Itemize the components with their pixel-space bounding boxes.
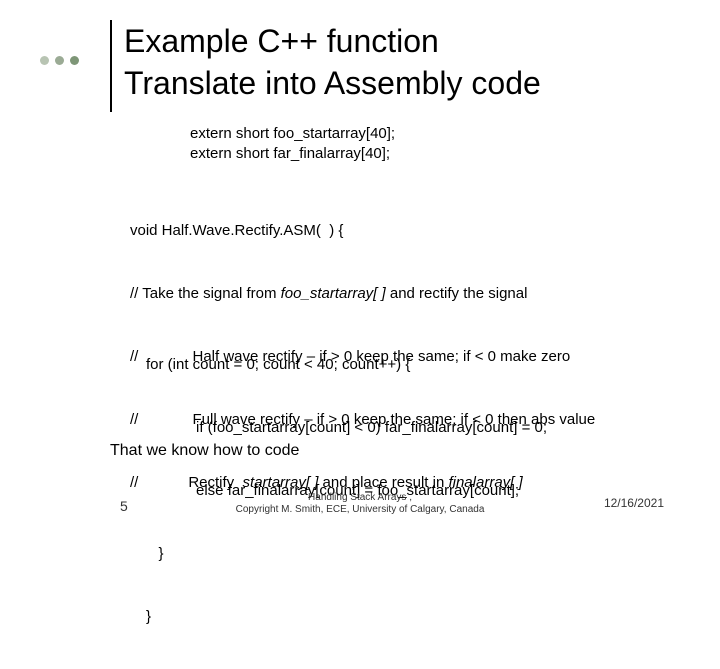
code-line: for (int count = 0; count < 40; count++)… [146,354,547,375]
code-line: void Half.Wave.Rectify.ASM( ) { [130,220,595,241]
slide: Example C++ function Translate into Asse… [0,0,720,540]
code-block-2: for (int count = 0; count < 40; count++)… [146,312,547,669]
declarations: extern short foo_startarray[40]; extern … [190,124,395,164]
title-divider [110,20,112,112]
title-bullets [40,56,79,65]
title-line-2: Translate into Assembly code [124,62,541,104]
bullet-dot [40,56,49,65]
footer-note: That we know how to code [110,442,299,460]
slide-title: Example C++ function Translate into Asse… [124,20,541,104]
decl-line-2: extern short far_finalarray[40]; [190,144,395,164]
bullet-dot [70,56,79,65]
code-line: if (foo_startarray[count] < 0) far_final… [146,417,547,438]
title-line-1: Example C++ function [124,20,541,62]
code-line: // Take the signal from foo_startarray[ … [130,283,595,304]
bullet-dot [55,56,64,65]
decl-line-1: extern short foo_startarray[40]; [190,124,395,144]
footer-date: 12/16/2021 [604,496,664,510]
code-line: } [146,606,547,627]
code-line: } [146,543,547,564]
